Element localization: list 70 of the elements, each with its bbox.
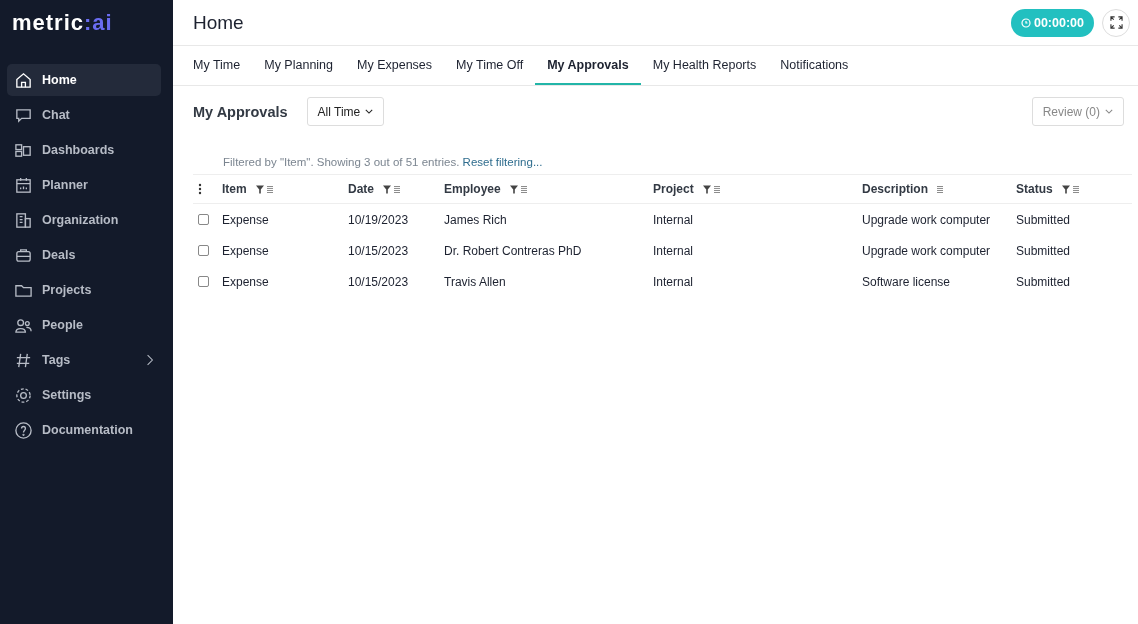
row-checkbox[interactable] bbox=[198, 276, 209, 287]
table-cell: Internal bbox=[653, 243, 694, 258]
filter-icon[interactable] bbox=[702, 184, 711, 194]
logo: metric:ai bbox=[12, 10, 113, 36]
table-cell: Submitted bbox=[1016, 212, 1071, 227]
table-cell: 10/15/2023 bbox=[348, 274, 409, 289]
filter-icon[interactable] bbox=[1061, 184, 1070, 194]
column-header[interactable]: Employee bbox=[444, 182, 501, 196]
period-dropdown[interactable]: All Time bbox=[306, 97, 385, 126]
documentation-icon bbox=[14, 420, 33, 440]
sidebar-item[interactable]: Dashboards bbox=[7, 134, 161, 166]
table-cell: Software license bbox=[862, 274, 951, 289]
table-cell: Submitted bbox=[1016, 243, 1071, 258]
caret-icon bbox=[365, 109, 374, 114]
sidebar-item[interactable]: Tags bbox=[7, 344, 161, 376]
fullscreen-icon bbox=[1109, 16, 1123, 29]
tab[interactable]: Notifications bbox=[768, 46, 861, 85]
filter-info: Filtered by "Item". Showing 3 out of 51 entries. bbox=[223, 156, 460, 168]
table-cell: Upgrade work computer bbox=[862, 243, 991, 258]
column-header[interactable]: Description bbox=[862, 182, 928, 196]
sidebar-item[interactable]: Projects bbox=[7, 274, 161, 306]
sidebar-item[interactable]: Organization bbox=[7, 204, 161, 236]
tab[interactable]: My Expenses bbox=[345, 46, 445, 85]
sidebar-item[interactable]: Deals bbox=[7, 239, 161, 271]
sidebar-item[interactable]: Documentation bbox=[7, 414, 161, 446]
table-cell: Internal bbox=[653, 212, 694, 227]
reset-filter-link[interactable]: Reset filtering... bbox=[462, 156, 543, 168]
sidebar-item[interactable]: Planner bbox=[7, 169, 161, 201]
table-cell: Dr. Robert Contreras PhD bbox=[444, 243, 582, 258]
filter-icon[interactable] bbox=[383, 184, 391, 194]
tab[interactable]: My Time bbox=[181, 46, 253, 85]
column-header[interactable]: Project bbox=[653, 182, 694, 196]
table-cell: Expense bbox=[222, 243, 269, 258]
filter-icon[interactable] bbox=[255, 184, 264, 194]
sidebar-item[interactable]: Home bbox=[7, 64, 161, 96]
section-title: My Approvals bbox=[193, 103, 288, 120]
tab[interactable]: My Planning bbox=[252, 46, 346, 85]
filter-icon[interactable] bbox=[509, 184, 518, 194]
home-icon bbox=[14, 70, 33, 90]
table-cell: Travis Allen bbox=[444, 274, 506, 289]
column-menu-icon[interactable] bbox=[937, 184, 943, 194]
settings-icon bbox=[14, 385, 33, 405]
table-cell: Expense bbox=[222, 274, 269, 289]
page-title: Home bbox=[193, 11, 245, 34]
tab[interactable]: My Approvals bbox=[535, 46, 641, 85]
column-header[interactable]: Item bbox=[222, 182, 247, 196]
sidebar-item[interactable]: Chat bbox=[7, 99, 161, 131]
caret-icon bbox=[1105, 109, 1113, 114]
row-checkbox[interactable] bbox=[198, 214, 209, 225]
row-checkbox[interactable] bbox=[198, 245, 209, 256]
table-cell: James Rich bbox=[444, 212, 507, 227]
column-header[interactable]: Date bbox=[348, 182, 374, 196]
table-cell: 10/15/2023 bbox=[348, 243, 409, 258]
fullscreen-button[interactable] bbox=[1102, 8, 1130, 37]
planner-icon bbox=[14, 175, 33, 195]
table-cell: 10/19/2023 bbox=[348, 212, 409, 227]
review-dropdown[interactable]: Review (0) bbox=[1031, 97, 1124, 126]
table-cell: Expense bbox=[222, 212, 269, 227]
tab[interactable]: My Time Off bbox=[444, 46, 536, 85]
column-header[interactable]: Status bbox=[1016, 182, 1053, 196]
table-cell: Upgrade work computer bbox=[862, 212, 991, 227]
sidebar-item[interactable]: People bbox=[7, 309, 161, 341]
table-cell: Internal bbox=[653, 274, 694, 289]
table-cell: Submitted bbox=[1016, 274, 1071, 289]
sidebar-item[interactable]: Settings bbox=[7, 379, 161, 411]
organization-icon bbox=[14, 210, 33, 230]
more-icon[interactable] bbox=[198, 183, 202, 195]
chevron-right-icon bbox=[146, 354, 154, 366]
tab[interactable]: My Health Reports bbox=[640, 46, 769, 85]
clock-icon bbox=[1020, 17, 1031, 28]
